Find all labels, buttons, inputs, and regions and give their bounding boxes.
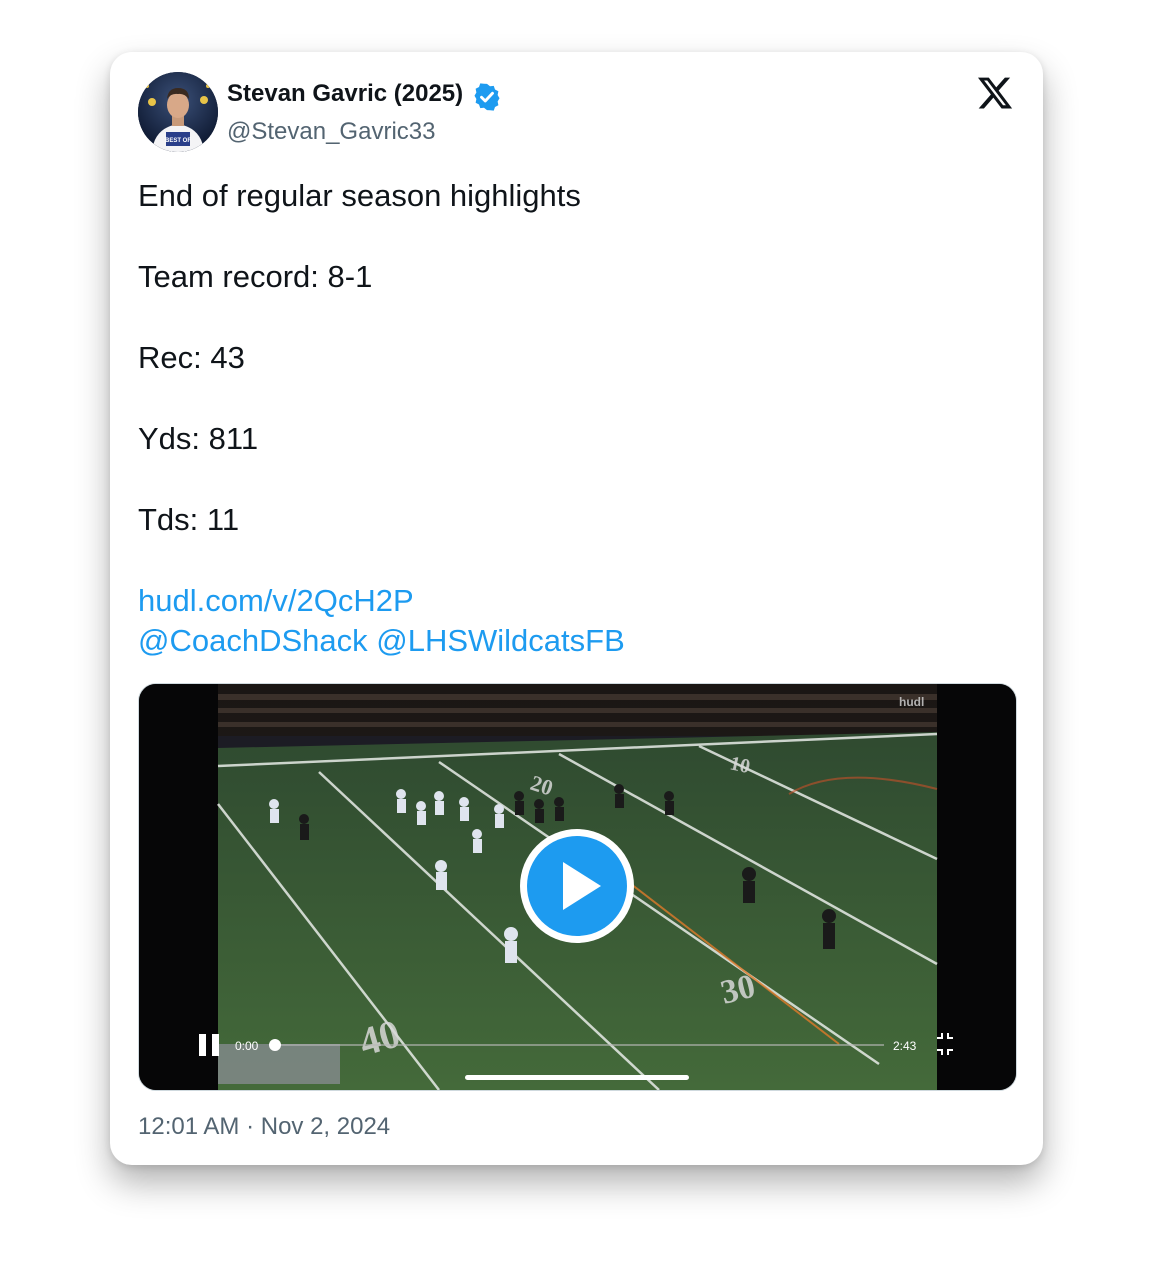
video-frame: 20 10 30 40 hudl 0:00 2:43	[139, 684, 1016, 1090]
home-indicator	[465, 1075, 689, 1080]
tweet-line: Yds: 811	[138, 421, 259, 456]
tweet-timestamp[interactable]: 12:01 AM · Nov 2, 2024	[138, 1113, 390, 1141]
hudl-link[interactable]: hudl.com/v/2QcH2P	[138, 583, 414, 618]
author-avatar[interactable]: BEST OF	[138, 72, 218, 152]
tweet-card: BEST OF Stevan Gavric (2025) @Stevan_Gav…	[110, 52, 1043, 1165]
timestamp-date: Nov 2, 2024	[260, 1113, 391, 1140]
tweet-text: End of regular season highlights Team re…	[138, 176, 1008, 661]
avatar-photo: BEST OF	[138, 72, 218, 152]
timestamp-time: 12:01 AM	[138, 1113, 240, 1140]
video-duration: 2:43	[893, 1039, 917, 1053]
hudl-watermark: hudl	[899, 695, 924, 709]
tweet-line: Tds: 11	[138, 502, 240, 537]
author-display-name[interactable]: Stevan Gavric (2025)	[227, 80, 463, 108]
mention-team[interactable]: @LHSWildcatsFB	[376, 623, 625, 658]
x-logo-icon[interactable]	[976, 74, 1014, 112]
video-current-time: 0:00	[235, 1039, 259, 1053]
timestamp-separator: ·	[239, 1113, 261, 1140]
video-player[interactable]: 20 10 30 40 hudl 0:00 2:43	[138, 683, 1017, 1091]
tweet-line: Rec: 43	[138, 340, 245, 375]
progress-knob	[269, 1039, 281, 1051]
avatar-shirt-text: BEST OF	[165, 138, 191, 144]
author-handle[interactable]: @Stevan_Gavric33	[227, 118, 435, 146]
verified-badge-icon	[474, 83, 500, 111]
tweet-line: End of regular season highlights	[138, 178, 581, 213]
tweet-line: Team record: 8-1	[138, 259, 373, 294]
play-icon[interactable]	[520, 829, 634, 943]
mention-coach[interactable]: @CoachDShack	[138, 623, 368, 658]
